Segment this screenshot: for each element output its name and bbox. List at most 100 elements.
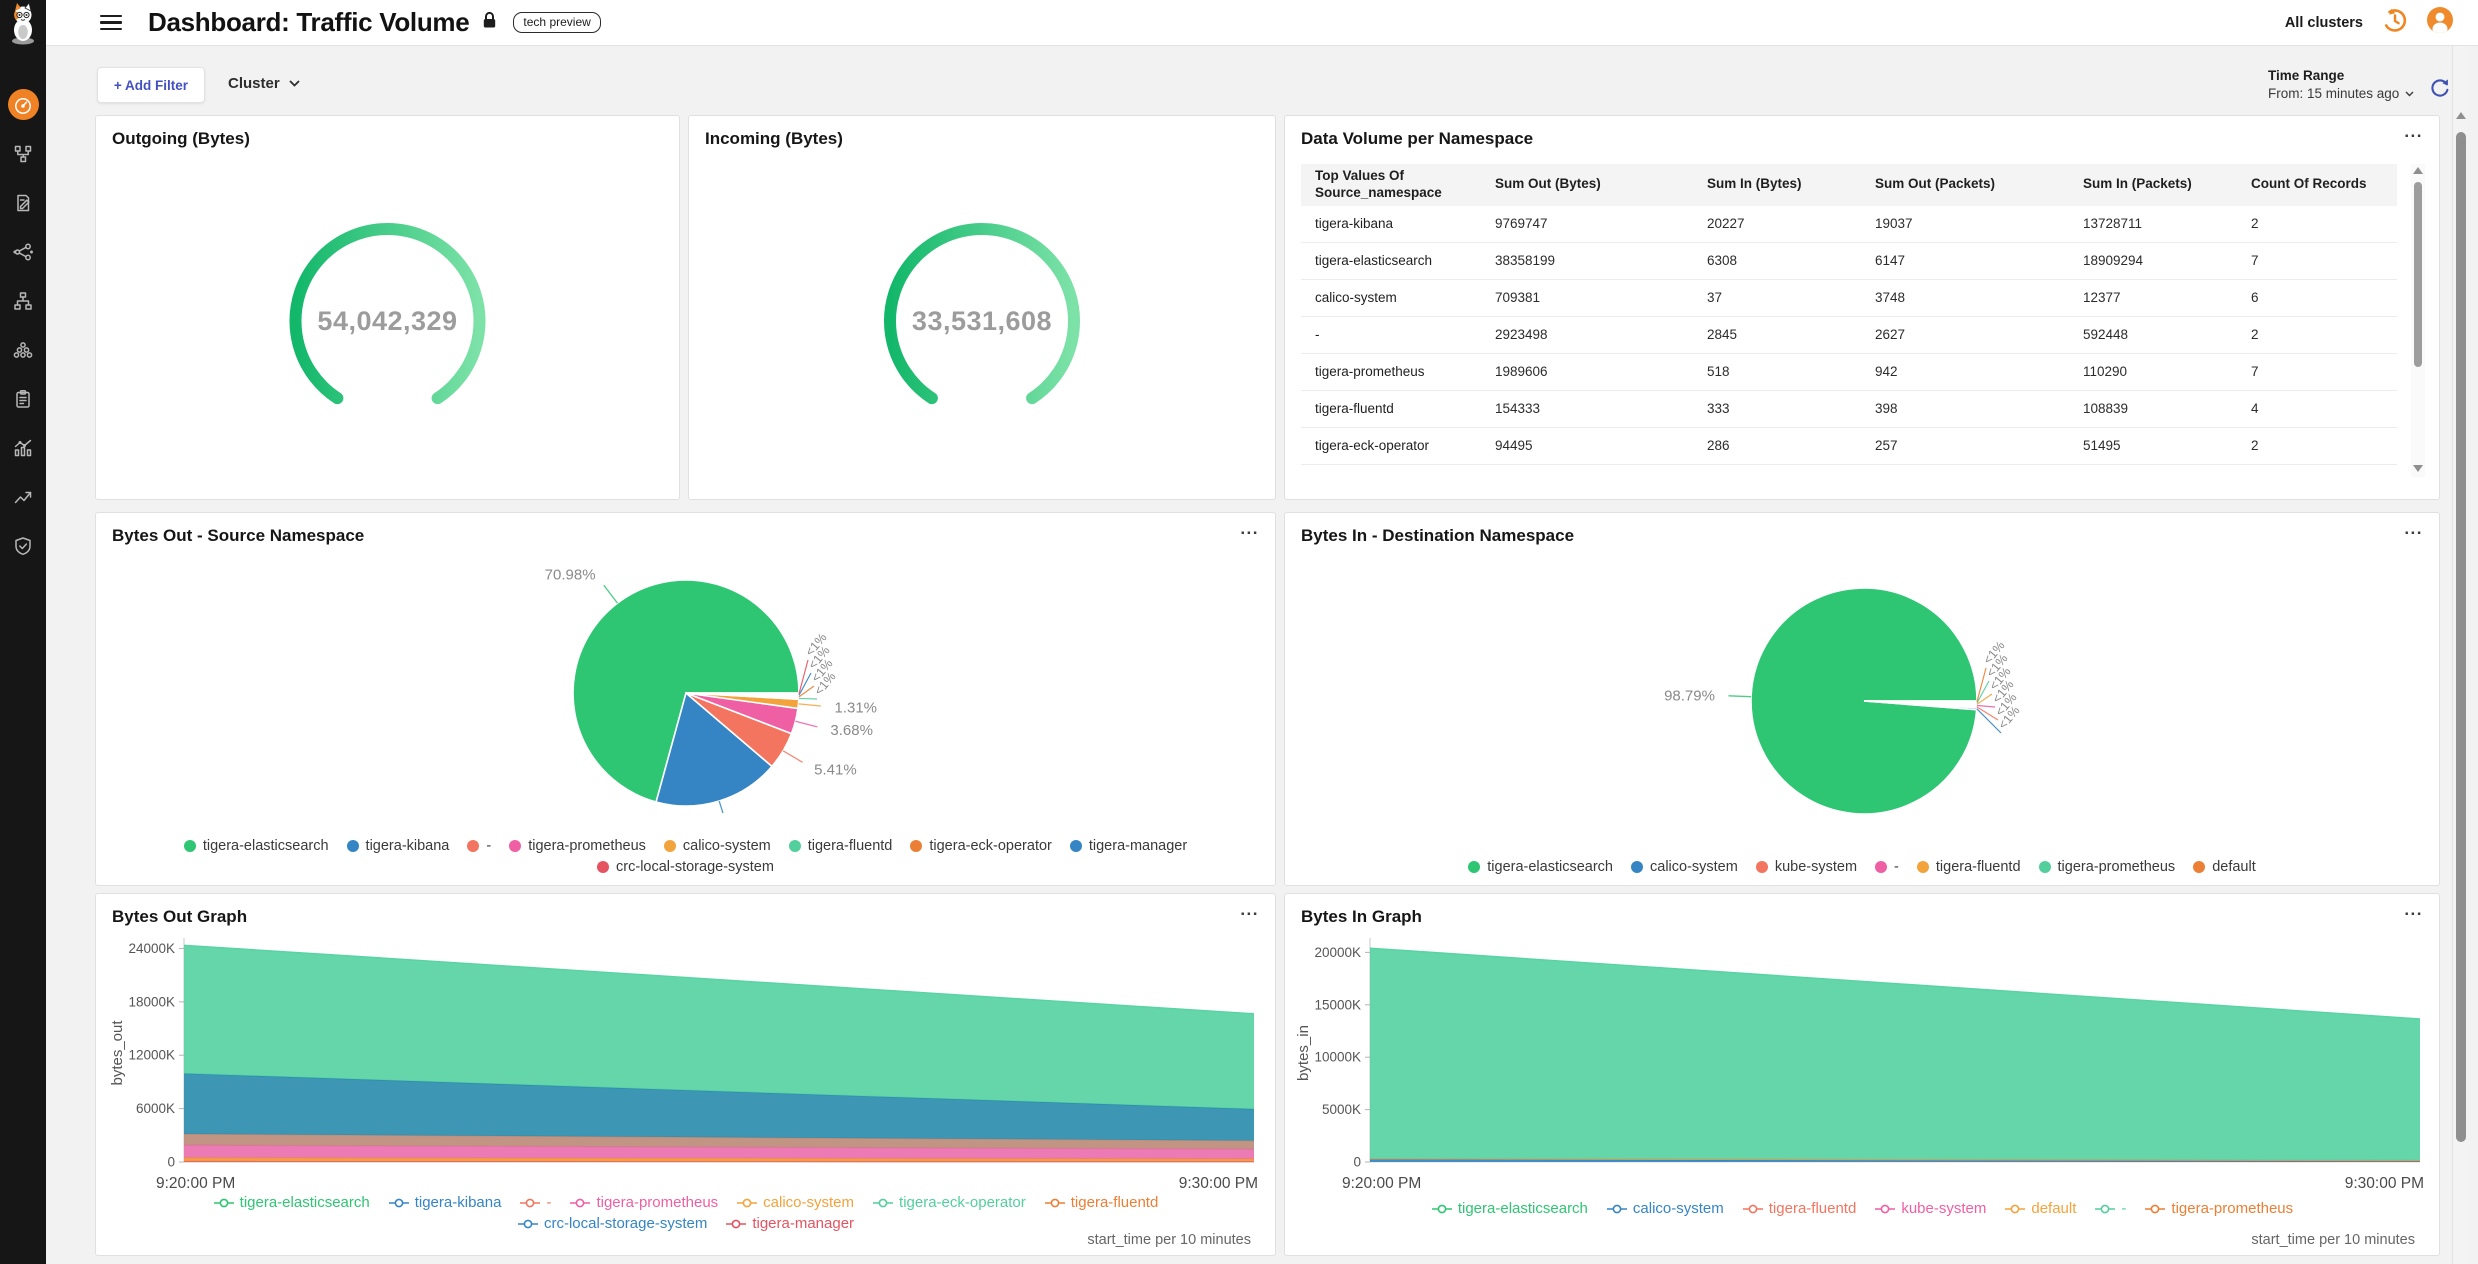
series-marker-icon	[2094, 1204, 2116, 1214]
legend-label: tigera-manager	[1089, 838, 1187, 854]
table-cell: 333	[1693, 401, 1861, 416]
svg-text:9:30:00 PM: 9:30:00 PM	[1179, 1175, 1258, 1190]
svg-text:9:20:00 PM: 9:20:00 PM	[156, 1175, 235, 1190]
sidebar-item-policies[interactable]	[0, 178, 46, 227]
legend-label: -	[486, 838, 491, 854]
scroll-up-icon[interactable]	[2413, 167, 2423, 174]
legend-item-tigera-kibana[interactable]: tigera-kibana	[388, 1194, 502, 1211]
table-row: calico-system709381373748123776	[1301, 280, 2397, 317]
sidebar-item-trends[interactable]	[0, 472, 46, 521]
table-cell: 110290	[2069, 364, 2237, 379]
legend-label: default	[2212, 859, 2256, 875]
legend-item--[interactable]: -	[467, 838, 491, 854]
cluster-dropdown[interactable]: Cluster	[228, 75, 300, 92]
page-scrollbar-thumb[interactable]	[2456, 132, 2466, 1142]
column-header[interactable]: Sum In (Packets)	[2069, 172, 2237, 197]
legend-label: tigera-prometheus	[2058, 859, 2176, 875]
legend-item-kube-system[interactable]: kube-system	[1756, 859, 1857, 875]
gauge-svg: 54,042,329	[96, 116, 679, 501]
sidebar-item-connections[interactable]	[0, 227, 46, 276]
sidebar-item-network[interactable]	[0, 276, 46, 325]
table-cell: 4	[2237, 401, 2397, 416]
legend-item-tigera-fluentd[interactable]: tigera-fluentd	[789, 838, 893, 854]
table-row: tigera-manager2700744150101543	[1301, 465, 2397, 477]
add-filter-button[interactable]: + Add Filter	[97, 67, 205, 103]
sidebar-item-compliance[interactable]	[0, 374, 46, 423]
sidebar-item-cluster[interactable]	[0, 325, 46, 374]
legend-item-tigera-manager[interactable]: tigera-manager	[1070, 838, 1187, 854]
sidebar-item-dashboard[interactable]	[0, 80, 46, 129]
column-header[interactable]: Top Values Of Source_namespace	[1301, 164, 1481, 206]
legend-item--[interactable]: -	[1875, 859, 1899, 875]
table-row: tigera-fluentd1543333333981088394	[1301, 391, 2397, 428]
hamburger-menu-icon[interactable]	[100, 15, 122, 31]
sidebar-item-service-graph[interactable]	[0, 129, 46, 178]
legend-item-kube-system[interactable]: kube-system	[1874, 1200, 1986, 1217]
legend-item-tigera-elasticsearch[interactable]: tigera-elasticsearch	[1468, 859, 1613, 875]
panel-menu-icon[interactable]: ...	[2404, 900, 2423, 920]
table-scrollbar-thumb[interactable]	[2414, 182, 2422, 367]
refresh-icon[interactable]	[2428, 76, 2451, 104]
legend-item-tigera-elasticsearch[interactable]: tigera-elasticsearch	[1431, 1200, 1588, 1217]
legend-item--[interactable]: -	[519, 1194, 551, 1211]
bytes-in-area-chart: 05000K10000K15000K20000Kbytes_in9:20:00 …	[1285, 928, 2439, 1195]
column-header[interactable]: Sum Out (Bytes)	[1481, 172, 1693, 197]
legend-item-crc-local-storage-system[interactable]: crc-local-storage-system	[517, 1215, 707, 1232]
legend-item-tigera-kibana[interactable]: tigera-kibana	[347, 838, 450, 854]
incoming-bytes-gauge: 33,531,608	[689, 116, 1275, 499]
legend-item-tigera-eck-operator[interactable]: tigera-eck-operator	[910, 838, 1052, 854]
legend-item-tigera-fluentd[interactable]: tigera-fluentd	[1044, 1194, 1159, 1211]
scroll-up-icon[interactable]	[2456, 112, 2466, 119]
table-row: tigera-elasticsearch38358199630861471890…	[1301, 243, 2397, 280]
legend-item-tigera-prometheus[interactable]: tigera-prometheus	[2144, 1200, 2293, 1217]
panel-bytes-in-graph: Bytes In Graph ... 05000K10000K15000K200…	[1284, 893, 2440, 1256]
pie-legend-row: tigera-elasticsearch tigera-kibana - tigera…	[96, 838, 1275, 854]
panel-menu-icon[interactable]: ...	[2404, 519, 2423, 539]
table-cell: 6308	[1693, 253, 1861, 268]
svg-text:9:30:00 PM: 9:30:00 PM	[2345, 1175, 2424, 1190]
column-header[interactable]: Sum In (Bytes)	[1693, 172, 1861, 197]
legend-item-calico-system[interactable]: calico-system	[736, 1194, 854, 1211]
series-marker-icon	[1044, 1198, 1066, 1208]
legend-item-calico-system[interactable]: calico-system	[664, 838, 771, 854]
legend-item-crc-local-storage-system[interactable]: crc-local-storage-system	[597, 859, 774, 875]
legend-item-default[interactable]: default	[2193, 859, 2256, 875]
scroll-down-icon[interactable]	[2413, 465, 2423, 472]
legend-item-calico-system[interactable]: calico-system	[1631, 859, 1738, 875]
panel-menu-icon[interactable]: ...	[1240, 900, 1259, 920]
legend-item-tigera-eck-operator[interactable]: tigera-eck-operator	[872, 1194, 1026, 1211]
page-scrollbar[interactable]	[2452, 46, 2468, 1264]
legend-dot-icon	[664, 840, 676, 852]
legend-item-default[interactable]: default	[2004, 1200, 2076, 1217]
legend-item-tigera-fluentd[interactable]: tigera-fluentd	[1742, 1200, 1857, 1217]
table-cell: 18909294	[2069, 253, 2237, 268]
history-icon[interactable]	[2381, 7, 2408, 39]
legend-item--[interactable]: -	[2094, 1200, 2126, 1217]
legend-item-tigera-elasticsearch[interactable]: tigera-elasticsearch	[213, 1194, 370, 1211]
time-range-value[interactable]: From: 15 minutes ago	[2268, 86, 2414, 101]
calico-cat-logo-icon	[4, 2, 42, 46]
table-row: tigera-prometheus19896065189421102907	[1301, 354, 2397, 391]
panel-menu-icon[interactable]: ...	[2404, 122, 2423, 142]
series-marker-icon	[2144, 1204, 2166, 1214]
user-avatar[interactable]	[2426, 6, 2454, 39]
sidebar-item-metrics[interactable]	[0, 423, 46, 472]
table-cell: calico-system	[1301, 290, 1481, 305]
column-header[interactable]: Sum Out (Packets)	[1861, 172, 2069, 197]
series-marker-icon	[1431, 1204, 1453, 1214]
panel-menu-icon[interactable]: ...	[1240, 519, 1259, 539]
legend-item-tigera-elasticsearch[interactable]: tigera-elasticsearch	[184, 838, 329, 854]
legend-item-tigera-manager[interactable]: tigera-manager	[725, 1215, 854, 1232]
column-header[interactable]: Count Of Records	[2237, 172, 2397, 197]
legend-item-tigera-prometheus[interactable]: tigera-prometheus	[509, 838, 646, 854]
series-marker-icon	[517, 1219, 539, 1229]
legend-item-calico-system[interactable]: calico-system	[1606, 1200, 1724, 1217]
security-icon	[13, 536, 33, 556]
legend-item-tigera-fluentd[interactable]: tigera-fluentd	[1917, 859, 2021, 875]
legend-item-tigera-prometheus[interactable]: tigera-prometheus	[2039, 859, 2176, 875]
calico-cat-logo[interactable]	[0, 0, 46, 48]
legend-dot-icon	[1875, 861, 1887, 873]
table-scrollbar[interactable]	[2411, 164, 2425, 477]
sidebar-item-security[interactable]	[0, 521, 46, 570]
legend-item-tigera-prometheus[interactable]: tigera-prometheus	[569, 1194, 718, 1211]
